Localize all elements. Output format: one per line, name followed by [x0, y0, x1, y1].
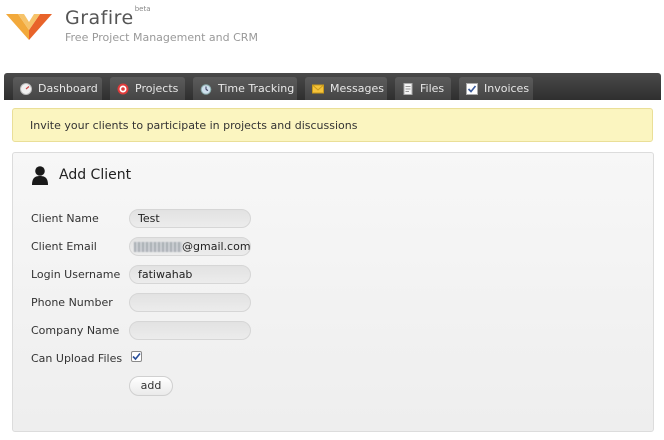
can-upload-files-checkbox[interactable]	[131, 351, 142, 362]
grafire-logo-icon	[6, 14, 52, 40]
main-nav: Dashboard Projects Time Tracking Message…	[4, 73, 661, 100]
tab-files-label: Files	[420, 82, 445, 95]
panel-title: Add Client	[59, 167, 132, 183]
tab-invoices[interactable]: Invoices	[459, 77, 533, 100]
tab-invoices-label: Invoices	[484, 82, 530, 95]
tab-messages-label: Messages	[330, 82, 384, 95]
client-name-input[interactable]: Test	[129, 209, 251, 228]
client-email-value: @gmail.com	[182, 240, 251, 253]
brand-tagline: Free Project Management and CRM	[65, 31, 258, 44]
invite-notice: Invite your clients to participate in pr…	[12, 108, 653, 142]
user-icon	[32, 166, 48, 185]
login-username-label: Login Username	[31, 268, 121, 281]
alarm-clock-icon	[200, 83, 212, 95]
client-email-label: Client Email	[31, 240, 97, 253]
tab-time-tracking[interactable]: Time Tracking	[193, 77, 297, 100]
tab-projects[interactable]: Projects	[110, 77, 185, 100]
tab-time-tracking-label: Time Tracking	[218, 82, 295, 95]
checked-box-icon	[466, 82, 478, 95]
tab-dashboard[interactable]: Dashboard	[13, 77, 102, 100]
company-name-input[interactable]	[129, 321, 251, 340]
tab-dashboard-label: Dashboard	[38, 82, 98, 95]
tab-files[interactable]: Files	[395, 77, 451, 100]
envelope-icon	[312, 84, 324, 93]
phone-number-label: Phone Number	[31, 296, 113, 309]
tab-projects-label: Projects	[135, 82, 179, 95]
dashboard-gauge-icon	[20, 82, 32, 95]
checkmark-icon	[132, 352, 141, 361]
login-username-value: fatiwahab	[138, 268, 193, 281]
app-header: Grafirebeta Free Project Management and …	[0, 0, 664, 72]
add-client-panel: Add Client Client Name Test Client Email…	[12, 152, 654, 432]
target-icon	[117, 83, 129, 94]
client-email-input[interactable]: @gmail.com	[129, 237, 251, 256]
brand-name-text: Grafire	[65, 7, 134, 29]
beta-badge: beta	[134, 4, 151, 13]
client-name-label: Client Name	[31, 212, 99, 225]
company-name-label: Company Name	[31, 324, 120, 337]
tab-messages[interactable]: Messages	[305, 77, 387, 100]
add-client-button[interactable]: add	[129, 376, 173, 396]
client-name-value: Test	[138, 212, 160, 225]
redacted-email-prefix	[134, 242, 182, 252]
can-upload-files-label: Can Upload Files	[31, 352, 123, 365]
phone-number-input[interactable]	[129, 293, 251, 312]
login-username-input[interactable]: fatiwahab	[129, 265, 251, 284]
invite-notice-text: Invite your clients to participate in pr…	[30, 118, 358, 132]
document-icon	[403, 82, 413, 95]
brand-name[interactable]: Grafirebeta	[65, 4, 151, 29]
